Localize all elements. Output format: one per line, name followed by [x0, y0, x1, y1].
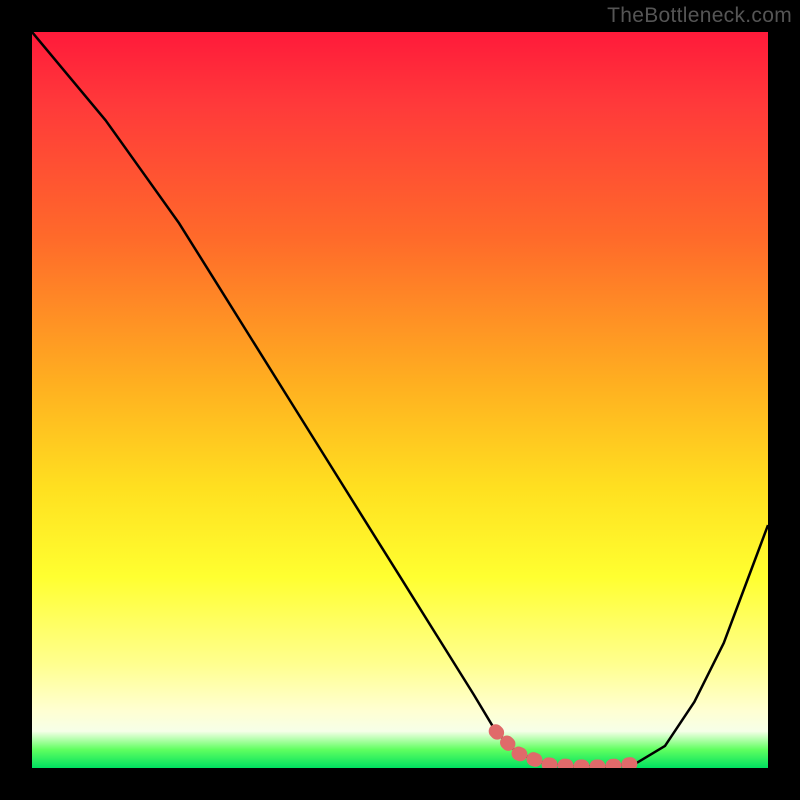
chart-frame: TheBottleneck.com: [0, 0, 800, 800]
attribution-text: TheBottleneck.com: [607, 4, 792, 28]
main-curve: [32, 32, 768, 767]
valley-highlight: [496, 731, 636, 766]
curve-layer: [32, 32, 768, 768]
plot-area: [32, 32, 768, 768]
